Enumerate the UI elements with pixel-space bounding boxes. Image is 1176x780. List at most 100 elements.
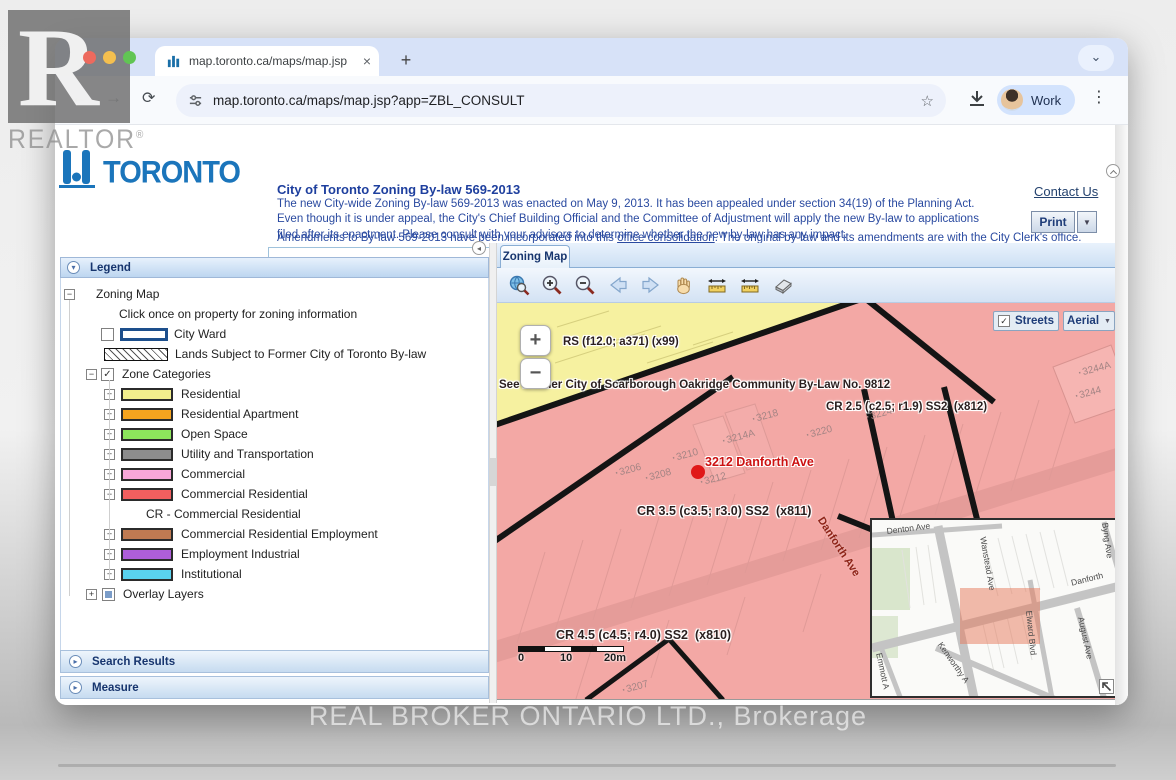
- measure-area-icon[interactable]: [738, 273, 762, 297]
- zone-categories-checkbox[interactable]: ✓: [101, 368, 114, 381]
- overview-inset-map[interactable]: Denton Ave Wanstead Ave Byng Ave Danfort…: [870, 518, 1115, 698]
- zoning-map-tab[interactable]: Zoning Map: [500, 245, 570, 268]
- reload-icon[interactable]: ⟳: [142, 88, 155, 108]
- streets-checkbox[interactable]: ✓: [998, 315, 1010, 327]
- tree-label: Zoning Map: [96, 287, 159, 301]
- collapse-expander-icon[interactable]: −: [86, 369, 97, 380]
- new-tab-button[interactable]: +: [393, 47, 419, 73]
- tree-item-zone[interactable]: + Utility and Transportation: [61, 444, 488, 464]
- tree-item-zone[interactable]: + Employment Industrial: [61, 544, 488, 564]
- zone-swatch: [121, 408, 173, 421]
- tree-label: Institutional: [181, 567, 242, 581]
- city-ward-checkbox[interactable]: [101, 328, 114, 341]
- tree-connector: [109, 380, 110, 580]
- bookmark-star-icon[interactable]: ☆: [921, 92, 934, 110]
- legend-collapse-icon[interactable]: ▾: [67, 261, 80, 274]
- measure-distance-icon[interactable]: [705, 273, 729, 297]
- browser-menu-icon[interactable]: ⋮: [1091, 87, 1107, 107]
- measure-expand-icon[interactable]: ▸: [69, 681, 82, 694]
- eraser-icon[interactable]: [771, 273, 795, 297]
- browser-profile-button[interactable]: Work: [997, 85, 1075, 115]
- tree-item-city-ward[interactable]: City Ward: [61, 324, 488, 344]
- tree-item-zone[interactable]: + Commercial Residential Employment: [61, 524, 488, 544]
- measure-panel-header[interactable]: ▸ Measure: [60, 676, 489, 699]
- realtor-watermark-text: REALTOR®: [8, 124, 145, 155]
- next-extent-icon[interactable]: [639, 273, 663, 297]
- overlay-layers-checkbox[interactable]: [102, 588, 115, 601]
- traffic-light-close[interactable]: [83, 51, 96, 64]
- tree-item-hint: Click once on property for zoning inform…: [61, 304, 488, 324]
- tree-label: Residential: [181, 387, 240, 401]
- tree-label: Lands Subject to Former City of Toronto …: [175, 347, 426, 361]
- tree-label: Open Space: [181, 427, 248, 441]
- tree-item-zone[interactable]: + Institutional: [61, 564, 488, 584]
- tree-label: Employment Industrial: [181, 547, 300, 561]
- tab-search-chevron-icon[interactable]: ⌄: [1078, 45, 1114, 71]
- tree-item-zone-categories[interactable]: − ✓ Zone Categories: [61, 364, 488, 384]
- browser-tab[interactable]: map.toronto.ca/maps/map.jsp ×: [155, 46, 379, 76]
- tab-close-icon[interactable]: ×: [363, 53, 371, 69]
- scale-mid: 10: [560, 652, 572, 664]
- panel-splitter[interactable]: [489, 243, 497, 703]
- contact-us-link[interactable]: Contact Us: [1034, 184, 1098, 199]
- toronto-logo-wordmark: TORONTO: [103, 156, 240, 192]
- collapse-header-icon[interactable]: [1106, 164, 1120, 178]
- previous-extent-icon[interactable]: [606, 273, 630, 297]
- zone-swatch: [121, 428, 173, 441]
- full-extent-icon[interactable]: [507, 273, 531, 297]
- tree-item-zoning-map[interactable]: − Zoning Map: [61, 284, 488, 304]
- zoom-out-tool-icon[interactable]: [573, 273, 597, 297]
- print-button[interactable]: Print ▼: [1031, 211, 1097, 233]
- traffic-light-maximize[interactable]: [123, 51, 136, 64]
- realtor-word: REALTOR: [8, 124, 136, 154]
- scale-start: 0: [518, 652, 524, 664]
- page-title: City of Toronto Zoning By-law 569-2013: [277, 182, 520, 197]
- property-marker-dot: [691, 465, 705, 479]
- collapse-expander-icon[interactable]: −: [64, 289, 75, 300]
- search-results-panel-header[interactable]: ▸ Search Results: [60, 650, 489, 673]
- print-label[interactable]: Print: [1031, 211, 1075, 233]
- tree-item-zone[interactable]: + Commercial: [61, 464, 488, 484]
- traffic-light-minimize[interactable]: [103, 51, 116, 64]
- zone-label-cr45: CR 4.5 (c4.5; r4.0) SS2 (x810): [556, 628, 731, 642]
- address-bar[interactable]: map.toronto.ca/maps/map.jsp?app=ZBL_CONS…: [176, 84, 946, 117]
- tree-item-zone[interactable]: − Commercial Residential: [61, 484, 488, 504]
- search-results-expand-icon[interactable]: ▸: [69, 655, 82, 668]
- map-zoom-out-button[interactable]: −: [520, 358, 551, 389]
- zone-label-rs: RS (f12.0; a371) (x99): [563, 336, 679, 348]
- print-dropdown-icon[interactable]: ▼: [1077, 211, 1097, 233]
- zone-swatch: [121, 548, 173, 561]
- url-text[interactable]: map.toronto.ca/maps/map.jsp?app=ZBL_CONS…: [213, 93, 921, 108]
- pan-hand-icon[interactable]: [672, 273, 696, 297]
- map-toolbar: [497, 268, 1115, 303]
- bylaw-note-label: See Former City of Scarborough Oakridge …: [499, 379, 890, 391]
- site-favicon: [166, 54, 181, 69]
- tree-label: Residential Apartment: [181, 407, 298, 421]
- site-info-icon[interactable]: [188, 93, 203, 108]
- zoom-in-tool-icon[interactable]: [540, 273, 564, 297]
- splitter-handle[interactable]: [490, 458, 496, 486]
- streets-toggle[interactable]: ✓ Streets: [993, 311, 1059, 331]
- realtor-watermark-letter: R: [18, 4, 99, 133]
- avatar: [1001, 89, 1023, 111]
- legend-header-label: Legend: [90, 262, 131, 274]
- map-zoom-in-button[interactable]: +: [520, 325, 551, 356]
- tree-label: Commercial Residential Employment: [181, 527, 378, 541]
- tree-item-cr-child[interactable]: CR - Commercial Residential: [61, 504, 488, 524]
- search-results-label: Search Results: [92, 656, 175, 668]
- inset-resize-icon[interactable]: [1099, 679, 1114, 694]
- screenshot-stage: map.toronto.ca/maps/map.jsp × + ⌄ ← → ⟳ …: [0, 0, 1176, 780]
- map-viewport[interactable]: RS (f12.0; a371) (x99) See Former City o…: [497, 303, 1115, 700]
- tree-item-zone[interactable]: + Open Space: [61, 424, 488, 444]
- aerial-dropdown[interactable]: Aerial ▼: [1063, 311, 1115, 331]
- expand-expander-icon[interactable]: +: [86, 589, 97, 600]
- tree-item-zone[interactable]: + Residential Apartment: [61, 404, 488, 424]
- legend-tree: − Zoning Map Click once on property for …: [60, 278, 489, 650]
- download-icon[interactable]: [967, 89, 987, 109]
- tree-item-zone[interactable]: + Residential: [61, 384, 488, 404]
- splitter-collapse-icon[interactable]: ◂: [472, 241, 486, 255]
- tree-label: City Ward: [174, 327, 226, 341]
- scale-end: 20m: [604, 652, 626, 664]
- legend-panel-header[interactable]: ▾ Legend: [60, 257, 489, 278]
- tree-item-overlay-layers[interactable]: + Overlay Layers: [61, 584, 488, 604]
